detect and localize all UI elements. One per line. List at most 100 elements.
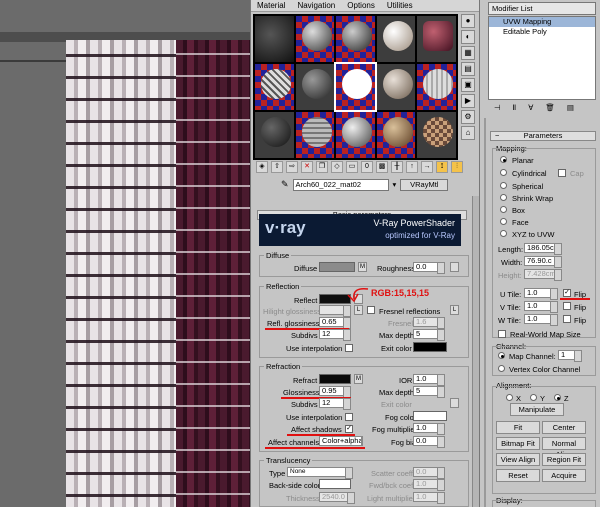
back-side-color-swatch[interactable] [319, 479, 351, 489]
make-unique-icon[interactable]: ∀ [528, 103, 533, 112]
refr-subdivs-spinner[interactable]: 12 [319, 398, 351, 410]
radio-axis-z[interactable] [554, 394, 561, 401]
region-fit-button[interactable]: Region Fit [542, 453, 586, 466]
show-map-in-viewport-icon[interactable]: ⟟ [436, 161, 448, 173]
modifier-list-dropdown[interactable]: Modifier List [488, 2, 596, 15]
material-map-navigator-icon[interactable]: ⫶ [451, 161, 463, 173]
width-spinner[interactable]: 76.90.c [524, 256, 562, 268]
menu-options[interactable]: Options [347, 1, 375, 10]
sample-slot[interactable] [255, 16, 294, 62]
refl-use-interpolation-checkbox[interactable] [345, 344, 353, 352]
fog-color-swatch[interactable] [413, 411, 447, 421]
sample-slot[interactable] [255, 64, 294, 110]
sample-slot[interactable] [417, 16, 456, 62]
remove-modifier-icon[interactable]: 🗑 [545, 103, 555, 112]
real-world-map-size-checkbox[interactable] [498, 330, 506, 338]
make-copy-icon[interactable]: ❐ [316, 161, 328, 173]
scatter-coeff-spinner[interactable]: 0.0 [413, 467, 445, 479]
thickness-spinner[interactable]: 2540.0 [319, 492, 355, 504]
sample-slot[interactable] [336, 112, 375, 158]
fresnel-ior-spinner[interactable]: 1.6 [413, 317, 445, 329]
assign-to-selection-icon[interactable]: ⇨ [286, 161, 298, 173]
radio-axis-y[interactable] [530, 394, 537, 401]
put-to-library-icon[interactable]: ▭ [346, 161, 358, 173]
sample-slot[interactable] [295, 16, 335, 62]
fwd-bck-coeff-spinner[interactable]: 1.0 [413, 479, 445, 491]
manipulate-button[interactable]: Manipulate [510, 403, 564, 416]
center-button[interactable]: Center [542, 421, 586, 434]
acquire-button[interactable]: Acquire [542, 469, 586, 482]
fog-bias-spinner[interactable]: 0.0 [413, 436, 445, 448]
height-spinner[interactable]: 7.428cm [524, 269, 562, 281]
configure-sets-icon[interactable]: ▤ [567, 103, 574, 112]
menu-navigation[interactable]: Navigation [297, 1, 335, 10]
refr-glossiness-spinner[interactable]: 0.95 [319, 386, 351, 398]
sample-slot[interactable] [376, 16, 416, 62]
material-id-icon[interactable]: 0 [361, 161, 373, 173]
affect-channels-dropdown[interactable]: Color+alpha [319, 436, 363, 446]
video-check-icon[interactable]: ▣ [461, 78, 475, 92]
dropdown-icon[interactable]: ▾ [393, 180, 397, 189]
fresnel-checkbox[interactable] [367, 306, 375, 314]
radio-map-channel[interactable] [498, 352, 505, 359]
stack-item-uvw-mapping[interactable]: UVW Mapping [489, 17, 595, 27]
radio-vertex-color-channel[interactable] [498, 365, 505, 372]
sample-slot[interactable] [417, 64, 456, 110]
roughness-map-button[interactable] [450, 262, 459, 272]
affect-shadows-checkbox[interactable]: ✓ [345, 425, 353, 433]
cap-checkbox[interactable] [558, 169, 566, 177]
options-icon[interactable]: ⚙ [461, 110, 475, 124]
params-scrollbar[interactable] [472, 196, 479, 507]
hilight-lock-button[interactable]: L [354, 305, 363, 315]
v-flip-checkbox[interactable] [563, 302, 571, 310]
u-tile-spinner[interactable]: 1.0 [524, 288, 558, 300]
make-preview-icon[interactable]: ▶ [461, 94, 475, 108]
refr-use-interpolation-checkbox[interactable] [345, 413, 353, 421]
diffuse-color-swatch[interactable] [319, 262, 355, 272]
hilight-glossiness-spinner[interactable] [319, 305, 351, 317]
radio-planar[interactable] [500, 156, 507, 163]
sample-slot[interactable] [376, 112, 416, 158]
radio-cylindrical[interactable] [500, 169, 507, 176]
reset-button[interactable]: Reset [496, 469, 540, 482]
radio-spherical[interactable] [500, 182, 507, 189]
refl-max-depth-spinner[interactable]: 5 [413, 329, 445, 341]
panel-scroll-track[interactable] [484, 118, 486, 507]
diffuse-map-button[interactable]: M [358, 262, 367, 272]
refr-max-depth-spinner[interactable]: 5 [413, 386, 445, 398]
viewport[interactable] [0, 0, 250, 507]
w-tile-spinner[interactable]: 1.0 [524, 314, 558, 326]
show-end-result-icon[interactable]: ╫ [391, 161, 403, 173]
refr-exit-color-swatch[interactable] [450, 398, 459, 408]
light-multiplier-spinner[interactable]: 1.0 [413, 492, 445, 504]
sample-slot[interactable] [336, 16, 375, 62]
refract-map-button[interactable]: M [354, 374, 363, 384]
fresnel-lock-button[interactable]: L [450, 305, 459, 315]
get-material-icon[interactable]: ◈ [256, 161, 268, 173]
fit-button[interactable]: Fit [496, 421, 540, 434]
fog-multiplier-spinner[interactable]: 1.0 [413, 423, 445, 435]
u-flip-checkbox[interactable]: ✓ [563, 289, 571, 297]
view-align-button[interactable]: View Align [496, 453, 540, 466]
radio-shrink-wrap[interactable] [500, 194, 507, 201]
refl-exit-color-swatch[interactable] [413, 342, 447, 352]
sample-slot[interactable] [255, 112, 294, 158]
background-icon[interactable]: ▦ [461, 46, 475, 60]
radio-axis-x[interactable] [506, 394, 513, 401]
go-to-parent-icon[interactable]: ↑ [406, 161, 418, 173]
put-to-scene-icon[interactable]: ⇧ [271, 161, 283, 173]
roughness-spinner[interactable]: 0.0 [413, 262, 445, 274]
material-name-field[interactable]: Arch60_022_mat02 [292, 178, 389, 191]
sample-slot[interactable] [295, 64, 335, 110]
sample-slot[interactable] [295, 112, 335, 158]
menu-material[interactable]: Material [257, 1, 285, 10]
show-end-result-icon[interactable]: Ⅱ [513, 103, 517, 112]
radio-box[interactable] [500, 206, 507, 213]
normal-align-button[interactable]: Normal Align [542, 437, 586, 459]
pin-stack-icon[interactable]: ⊣ [494, 103, 501, 112]
ior-spinner[interactable]: 1.0 [413, 374, 445, 386]
length-spinner[interactable]: 186.05c [524, 243, 562, 255]
sample-type-icon[interactable]: ● [461, 14, 475, 28]
parameters-rollout[interactable]: − Parameters [490, 131, 596, 141]
sample-slot[interactable] [417, 112, 456, 158]
